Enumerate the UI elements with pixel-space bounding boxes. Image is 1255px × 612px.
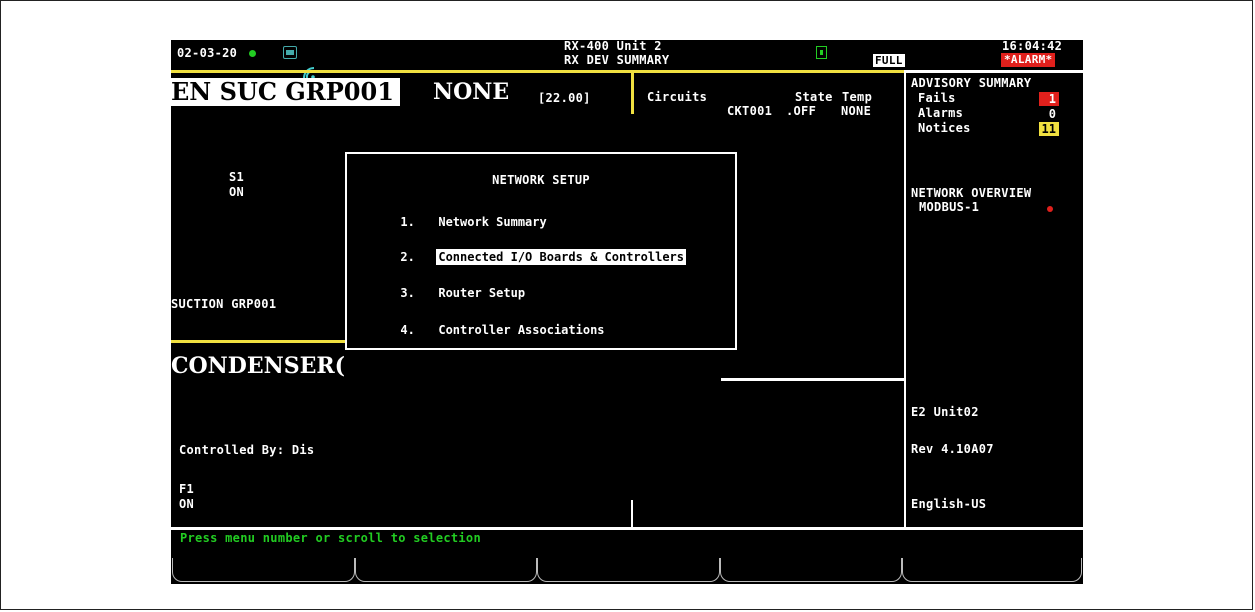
alarms-count: 0 xyxy=(1039,107,1059,121)
circuit-row-state: .OFF xyxy=(786,104,817,118)
alarms-label: Alarms xyxy=(918,106,964,120)
circuit-row-temp: NONE xyxy=(841,104,872,118)
controlled-by: Controlled By: Dis xyxy=(179,443,315,457)
fan-state: ON xyxy=(179,497,195,511)
menu-item-label: Router Setup xyxy=(438,286,526,300)
menu-item-number: 2. xyxy=(400,250,415,264)
suction-bottom-border xyxy=(171,340,351,343)
suction-top-border xyxy=(171,70,905,73)
network-item-label[interactable]: MODBUS-1 xyxy=(919,200,979,214)
suction-status: NONE xyxy=(433,79,510,105)
firmware-revision: Rev 4.10A07 xyxy=(911,442,994,456)
fails-label: Fails xyxy=(918,91,956,105)
menu-item-router-setup[interactable]: 3. Router Setup xyxy=(357,272,527,314)
notices-label: Notices xyxy=(918,121,971,135)
status-dot-icon xyxy=(249,50,256,57)
terminal-icon[interactable] xyxy=(283,46,297,59)
fails-count: 1 xyxy=(1039,92,1059,106)
language-setting: English-US xyxy=(911,497,987,511)
status-top-border xyxy=(171,527,1083,530)
circuits-header: Circuits xyxy=(647,90,708,104)
header-date: 02-03-20 xyxy=(177,46,238,60)
softkey-f5[interactable] xyxy=(902,558,1082,582)
unit-name: E2 Unit02 xyxy=(911,405,979,419)
circuit-row-name[interactable]: CKT001 xyxy=(727,104,772,118)
mode-badge: FULL xyxy=(873,54,905,67)
suction-group-title[interactable]: EN SUC GRP001 xyxy=(171,78,400,106)
softkey-f3[interactable] xyxy=(537,558,720,582)
network-status-icon xyxy=(1047,206,1053,212)
advisory-summary-title[interactable]: ADVISORY SUMMARY xyxy=(911,76,1031,90)
menu-item-number: 4. xyxy=(400,323,415,337)
right-panel-divider xyxy=(904,70,906,530)
network-overview-title[interactable]: NETWORK OVERVIEW xyxy=(911,186,1031,200)
alarm-indicator[interactable]: *ALARM* xyxy=(1001,53,1056,67)
menu-item-label: Controller Associations xyxy=(438,323,605,337)
menu-item-label: Connected I/O Boards & Controllers xyxy=(436,249,686,265)
suction-footer-name: SUCTION GRP001 xyxy=(171,297,277,311)
softkey-f2[interactable] xyxy=(355,558,537,582)
circuits-divider xyxy=(631,70,634,114)
circuits-state-header: State xyxy=(795,90,833,104)
stage-label: S1 xyxy=(229,170,245,184)
network-setup-dialog: NETWORK SETUP 1. Network Summary 2. Connec… xyxy=(345,152,737,350)
menu-item-number: 1. xyxy=(400,215,415,229)
dialog-title: NETWORK SETUP xyxy=(492,173,590,187)
header-divider-right xyxy=(905,70,1083,73)
green-indicator-icon xyxy=(816,46,827,59)
suction-value: [22.00] xyxy=(538,91,591,105)
mid-divider xyxy=(721,378,905,381)
softkey-f4[interactable] xyxy=(720,558,902,582)
controller-name: RX-400 Unit 2 xyxy=(564,40,662,53)
controller-screen: 02-03-20 RX-400 Unit 2 RX DEV SUMMARY FU… xyxy=(171,40,1083,584)
softkey-f1[interactable] xyxy=(172,558,355,582)
stage-state: ON xyxy=(229,185,245,199)
screen-title: RX DEV SUMMARY xyxy=(564,53,670,67)
bottom-divider xyxy=(631,500,633,530)
clock-time: 16:04:42 xyxy=(1002,40,1063,53)
menu-item-controller-associations[interactable]: 4. Controller Associations xyxy=(357,309,607,351)
notices-count: 11 xyxy=(1039,122,1059,136)
fan-label: F1 xyxy=(179,482,195,496)
circuits-temp-header: Temp xyxy=(842,90,873,104)
menu-item-number: 3. xyxy=(400,286,415,300)
status-message: Press menu number or scroll to selection xyxy=(180,531,481,545)
network-icon[interactable] xyxy=(263,46,315,79)
menu-item-label: Network Summary xyxy=(438,215,547,229)
condenser-title[interactable]: CONDENSER( xyxy=(171,352,345,380)
